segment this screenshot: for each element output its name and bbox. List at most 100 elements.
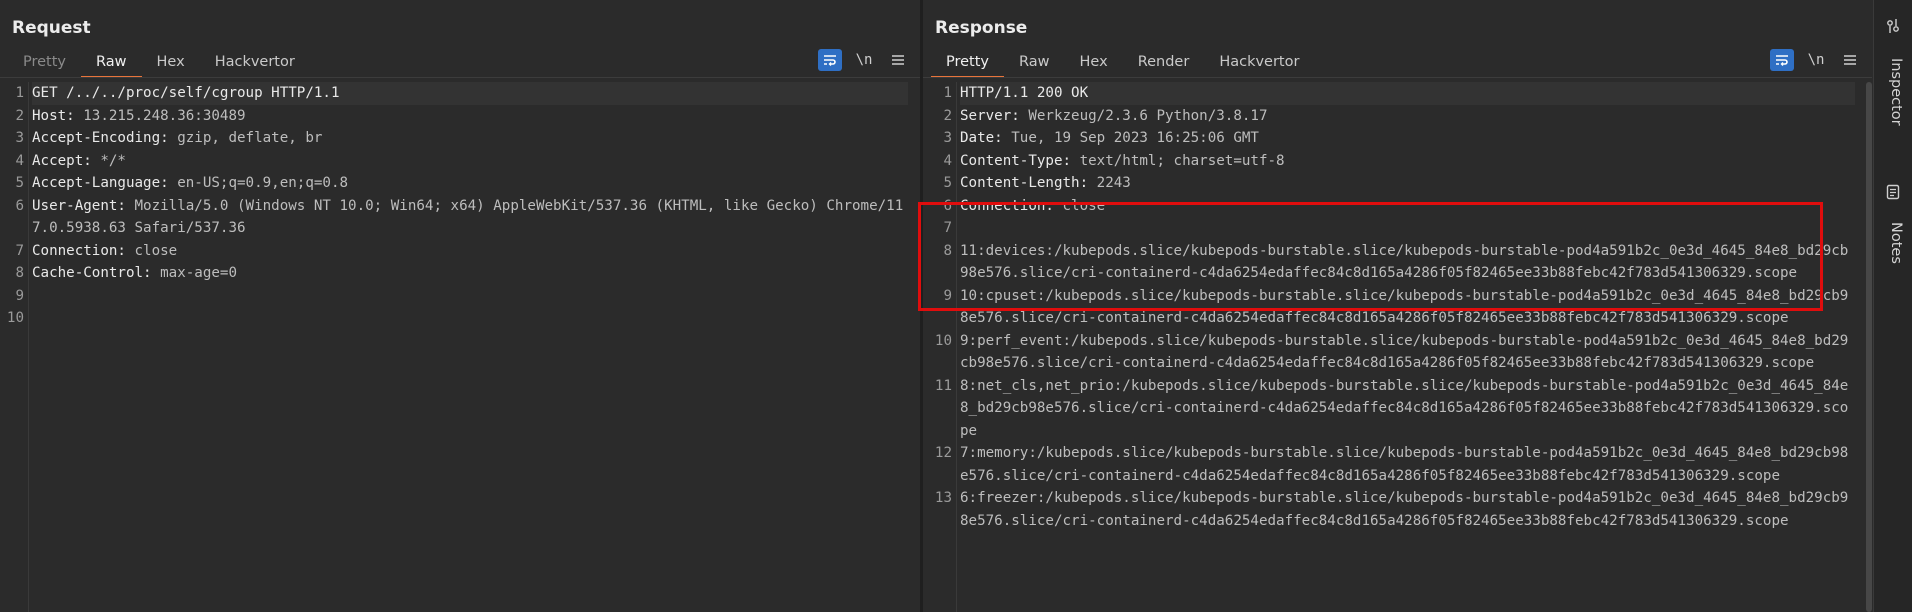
line-number: 3: [943, 130, 952, 146]
header-name: Accept:: [32, 152, 92, 169]
response-newline-toggle[interactable]: \n: [1804, 49, 1828, 71]
header-name: Server:: [960, 107, 1020, 124]
request-tab-hex[interactable]: Hex: [142, 50, 200, 78]
response-code-line: 11 8:net_cls,net_prio:/kubepods.slice/kub…: [923, 375, 1872, 443]
wrap-lines-icon: [824, 55, 836, 66]
response-code-line: 3 Date: Tue, 19 Sep 2023 16:25:06 GMT: [923, 127, 1872, 150]
request-tab-pretty[interactable]: Pretty: [8, 50, 81, 78]
response-code-line: 9 10:cpuset:/kubepods.slice/kubepods-burs…: [923, 285, 1872, 330]
request-tab-hackvertor[interactable]: Hackvertor: [200, 50, 310, 78]
response-scrollbar-thumb[interactable]: [1866, 82, 1872, 612]
header-name: Connection:: [32, 242, 126, 259]
request-code-line: 8 Cache-Control: max-age=0: [0, 262, 920, 285]
response-tab-render[interactable]: Render: [1123, 50, 1205, 78]
header-name: Host:: [32, 107, 75, 124]
header-name: Cache-Control:: [32, 265, 152, 281]
line-content: 6:freezer:/kubepods.slice/kubepods-burst…: [960, 487, 1855, 532]
response-code-line: 6 Connection: close: [923, 195, 1872, 218]
line-number: 1: [943, 85, 952, 101]
side-rail: Inspector Notes: [1873, 0, 1912, 612]
response-tab-rule: [923, 77, 1872, 78]
line-content: Server: Werkzeug/2.3.6 Python/3.8.17: [960, 105, 1855, 128]
header-value: 11:devices:/kubepods.slice/kubepods-burs…: [960, 242, 1849, 282]
request-tools: \n: [818, 49, 910, 71]
header-value: text/html; charset=utf-8: [1071, 152, 1285, 169]
response-title: Response: [935, 18, 1028, 38]
line-number: 10: [934, 332, 952, 349]
request-code-line: 6 User-Agent: Mozilla/5.0 (Windows NT 10.…: [0, 195, 920, 240]
line-content: 9:perf_event:/kubepods.slice/kubepods-bu…: [960, 330, 1855, 375]
line-number: 6: [943, 197, 952, 214]
header-value: 13.215.248.36:30489: [74, 107, 246, 124]
inspector-rail-item[interactable]: Inspector: [1874, 14, 1912, 134]
request-title: Request: [12, 18, 91, 38]
response-tab-raw[interactable]: Raw: [1004, 50, 1065, 78]
line-content: 7:memory:/kubepods.slice/kubepods-bursta…: [960, 442, 1855, 487]
header-value: gzip, deflate, br: [168, 130, 323, 146]
line-content: [32, 285, 908, 308]
notes-label: Notes: [1888, 222, 1904, 264]
header-value: */*: [91, 152, 126, 169]
response-editor[interactable]: 1 HTTP/1.1 200 OK 2 Server: Werkzeug/2.3.6 …: [923, 82, 1872, 612]
header-name: GET /../../proc/self/cgroup HTTP/1.1: [32, 85, 340, 101]
header-value: Werkzeug/2.3.6 Python/3.8.17: [1019, 107, 1268, 124]
hamburger-menu-icon: [892, 55, 904, 65]
header-name: Content-Length:: [960, 175, 1089, 191]
line-number: 8: [943, 242, 952, 259]
line-content: [960, 217, 1855, 240]
request-tab-rule: [0, 77, 920, 78]
line-number: 9: [943, 287, 952, 304]
header-value: 9:perf_event:/kubepods.slice/kubepods-bu…: [960, 332, 1849, 372]
line-number: 12: [934, 445, 952, 461]
response-wrap-lines-button[interactable]: [1770, 49, 1794, 71]
request-code-line: 2 Host: 13.215.248.36:30489: [0, 105, 920, 128]
line-content: User-Agent: Mozilla/5.0 (Windows NT 10.0…: [32, 195, 908, 240]
request-code-line: 4 Accept: */*: [0, 150, 920, 173]
wrap-lines-icon: [1776, 55, 1788, 66]
header-value: max-age=0: [151, 265, 238, 281]
line-content: Host: 13.215.248.36:30489: [32, 105, 908, 128]
request-newline-toggle[interactable]: \n: [852, 49, 876, 71]
header-value: Mozilla/5.0 (Windows NT 10.0; Win64; x64…: [32, 197, 904, 237]
line-content: Accept-Language: en-US;q=0.9,en;q=0.8: [32, 172, 908, 195]
header-name: Accept-Language:: [32, 175, 169, 191]
line-number: 13: [934, 490, 952, 506]
response-code-line: 4 Content-Type: text/html; charset=utf-8: [923, 150, 1872, 173]
request-wrap-lines-button[interactable]: [818, 49, 842, 71]
line-number: 11: [934, 377, 952, 394]
header-value: 10:cpuset:/kubepods.slice/kubepods-burst…: [960, 287, 1849, 327]
response-code-line: 7: [923, 217, 1872, 240]
inspector-icon: [1887, 19, 1899, 33]
line-content: HTTP/1.1 200 OK: [960, 82, 1855, 105]
request-editor[interactable]: 1 GET /../../proc/self/cgroup HTTP/1.1 2 Ho…: [0, 82, 920, 612]
request-code-line: 1 GET /../../proc/self/cgroup HTTP/1.1: [0, 82, 920, 105]
response-menu-button[interactable]: [1838, 49, 1862, 71]
header-name: Content-Type:: [960, 152, 1072, 169]
line-content: 10:cpuset:/kubepods.slice/kubepods-burst…: [960, 285, 1855, 330]
request-code-line: 5 Accept-Language: en-US;q=0.9,en;q=0.8: [0, 172, 920, 195]
header-value: close: [125, 242, 178, 259]
line-number: 7: [943, 220, 952, 236]
response-tools: \n: [1770, 49, 1862, 71]
response-tab-pretty[interactable]: Pretty: [931, 50, 1005, 78]
request-code-line: 9: [0, 285, 920, 308]
header-name: Connection:: [960, 197, 1054, 214]
request-menu-button[interactable]: [886, 49, 910, 71]
request-code-line: 10: [0, 307, 920, 330]
header-value: 6:freezer:/kubepods.slice/kubepods-burst…: [960, 490, 1849, 529]
header-value: close: [1053, 197, 1106, 214]
response-pane: Response Pretty Raw Hex Render Hackverto…: [923, 0, 1872, 612]
response-tabs: Pretty Raw Hex Render Hackvertor: [931, 50, 1314, 78]
header-name: User-Agent:: [32, 197, 126, 214]
notes-rail-item[interactable]: Notes: [1874, 180, 1912, 280]
request-tab-raw[interactable]: Raw: [81, 50, 142, 78]
line-content: Date: Tue, 19 Sep 2023 16:25:06 GMT: [960, 127, 1855, 150]
header-value: Tue, 19 Sep 2023 16:25:06 GMT: [1002, 130, 1259, 146]
hamburger-menu-icon: [1844, 55, 1856, 65]
response-tab-hex[interactable]: Hex: [1065, 50, 1123, 78]
header-name: HTTP/1.1 200 OK: [960, 85, 1089, 101]
request-gutter-divider: [28, 82, 29, 612]
line-content: Accept-Encoding: gzip, deflate, br: [32, 127, 908, 150]
response-tab-hackvertor[interactable]: Hackvertor: [1204, 50, 1314, 78]
response-code-line: 2 Server: Werkzeug/2.3.6 Python/3.8.17: [923, 105, 1872, 128]
